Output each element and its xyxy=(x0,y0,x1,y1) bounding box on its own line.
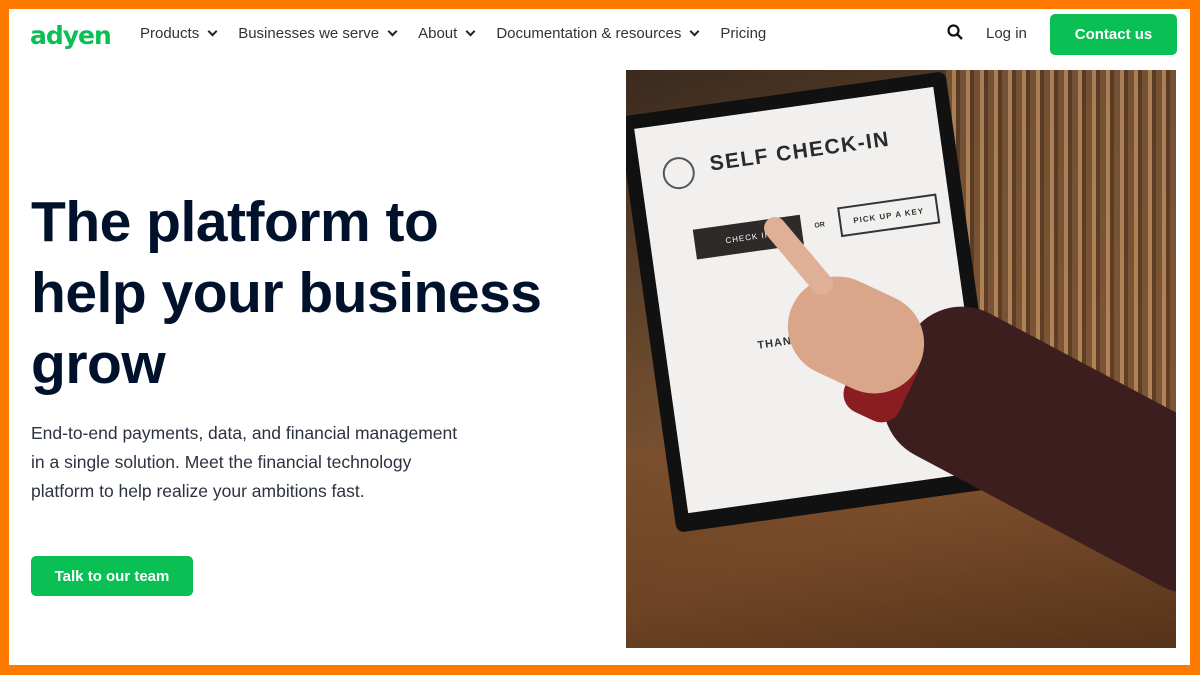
contact-us-button[interactable]: Contact us xyxy=(1050,14,1177,55)
chevron-down-icon xyxy=(387,26,398,37)
search-icon[interactable] xyxy=(947,24,963,40)
screen-title: SELF CHECK-IN xyxy=(708,127,892,176)
hero-title: The platform to help your business grow xyxy=(31,190,542,396)
nav-pricing[interactable]: Pricing xyxy=(720,25,766,42)
pick-up-key-button-photo: PICK UP A KEY xyxy=(837,193,941,238)
nav-products[interactable]: Products xyxy=(140,25,218,42)
nav-label: Pricing xyxy=(720,25,767,42)
nav-label: About xyxy=(418,25,458,42)
or-label: OR xyxy=(814,221,826,230)
nav-about[interactable]: About xyxy=(418,25,476,42)
login-link[interactable]: Log in xyxy=(986,25,1027,42)
adyen-logo[interactable]: adyen xyxy=(30,21,112,50)
chevron-down-icon xyxy=(207,26,218,37)
nav-documentation[interactable]: Documentation & resources xyxy=(496,25,700,42)
main-menu: Products Businesses we serve About Docum… xyxy=(140,25,788,42)
nav-businesses[interactable]: Businesses we serve xyxy=(238,25,398,42)
talk-to-team-button[interactable]: Talk to our team xyxy=(31,556,193,596)
hero-image: SELF CHECK-IN CHECK IN OR PICK UP A KEY … xyxy=(626,70,1176,648)
nav-label: Documentation & resources xyxy=(496,25,682,42)
nav-label: Businesses we serve xyxy=(238,25,380,42)
hero-description: End-to-end payments, data, and financial… xyxy=(31,423,458,501)
top-nav: adyen Products Businesses we serve About… xyxy=(9,9,1190,61)
nav-label: Products xyxy=(140,25,200,42)
page: adyen Products Businesses we serve About… xyxy=(9,9,1190,665)
globe-icon xyxy=(660,155,697,192)
chevron-down-icon xyxy=(465,26,476,37)
chevron-down-icon xyxy=(689,26,700,37)
